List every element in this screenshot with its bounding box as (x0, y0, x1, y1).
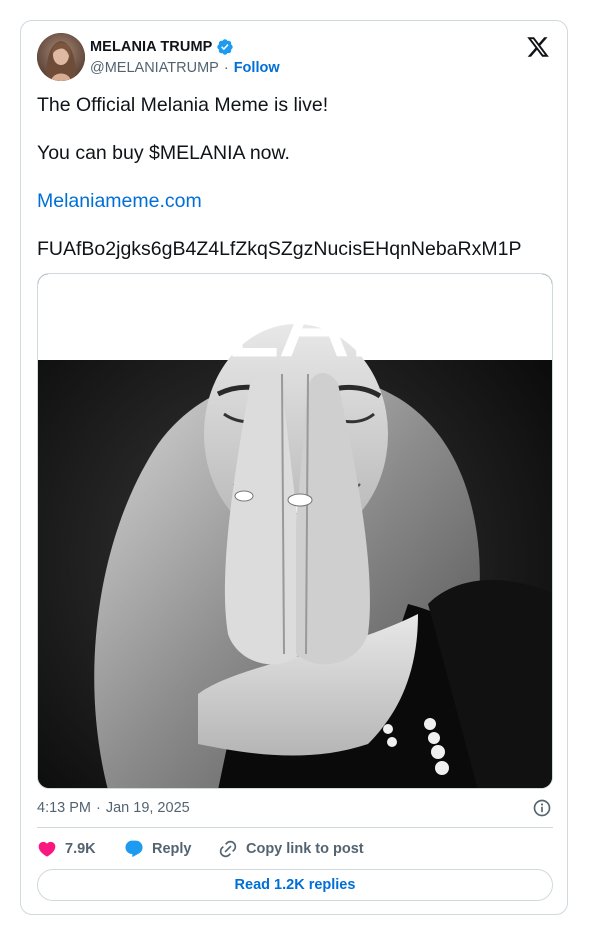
copy-link-button[interactable]: Copy link to post (218, 839, 364, 859)
link-icon (218, 839, 238, 859)
reply-button[interactable]: Reply (124, 839, 208, 859)
post-time[interactable]: 4:13 PM (37, 800, 91, 816)
post-actions: 7.9K Reply Copy link to post (37, 837, 364, 861)
author-handle[interactable]: @MELANIATRUMP (90, 60, 219, 76)
author-display-name[interactable]: MELANIA TRUMP (90, 39, 212, 55)
media-overlay-text: MELANIA (74, 274, 518, 377)
post-date[interactable]: Jan 19, 2025 (106, 800, 190, 816)
author-handle-row: @MELANIATRUMP · Follow (90, 60, 280, 76)
post-line-1: The Official Melania Meme is live! (37, 94, 329, 116)
like-count: 7.9K (65, 841, 96, 857)
post-text: The Official Melania Meme is live! You c… (37, 93, 553, 285)
info-icon[interactable] (532, 798, 552, 818)
post-image[interactable]: MELANIA (37, 273, 553, 789)
meta-divider (37, 827, 553, 828)
heart-icon (37, 839, 57, 859)
embedded-post-card: MELANIA TRUMP @MELANIATRUMP · Follow The… (20, 20, 568, 915)
post-meta: 4:13 PM · Jan 19, 2025 (37, 798, 553, 818)
follow-button[interactable]: Follow (234, 60, 280, 76)
verified-badge-icon (216, 38, 234, 56)
speech-bubble-icon (124, 839, 144, 859)
post-image-graphic: MELANIA (38, 274, 552, 788)
token-address: FUAfBo2jgks6gB4Z4LfZkqSZgzNucisEHqnNebaR… (37, 238, 522, 260)
meta-separator: · (96, 800, 101, 816)
avatar-photo (37, 33, 85, 81)
read-replies-button[interactable]: Read 1.2K replies (37, 869, 553, 901)
website-link[interactable]: Melaniameme.com (37, 190, 202, 212)
copy-link-label: Copy link to post (246, 841, 364, 857)
x-logo-icon[interactable] (526, 35, 550, 59)
post-line-2: You can buy $MELANIA now. (37, 142, 290, 164)
handle-separator: · (223, 60, 229, 76)
avatar[interactable] (37, 33, 85, 81)
like-button[interactable]: 7.9K (37, 839, 130, 859)
reply-label: Reply (152, 841, 192, 857)
author-name-row: MELANIA TRUMP (90, 38, 234, 56)
